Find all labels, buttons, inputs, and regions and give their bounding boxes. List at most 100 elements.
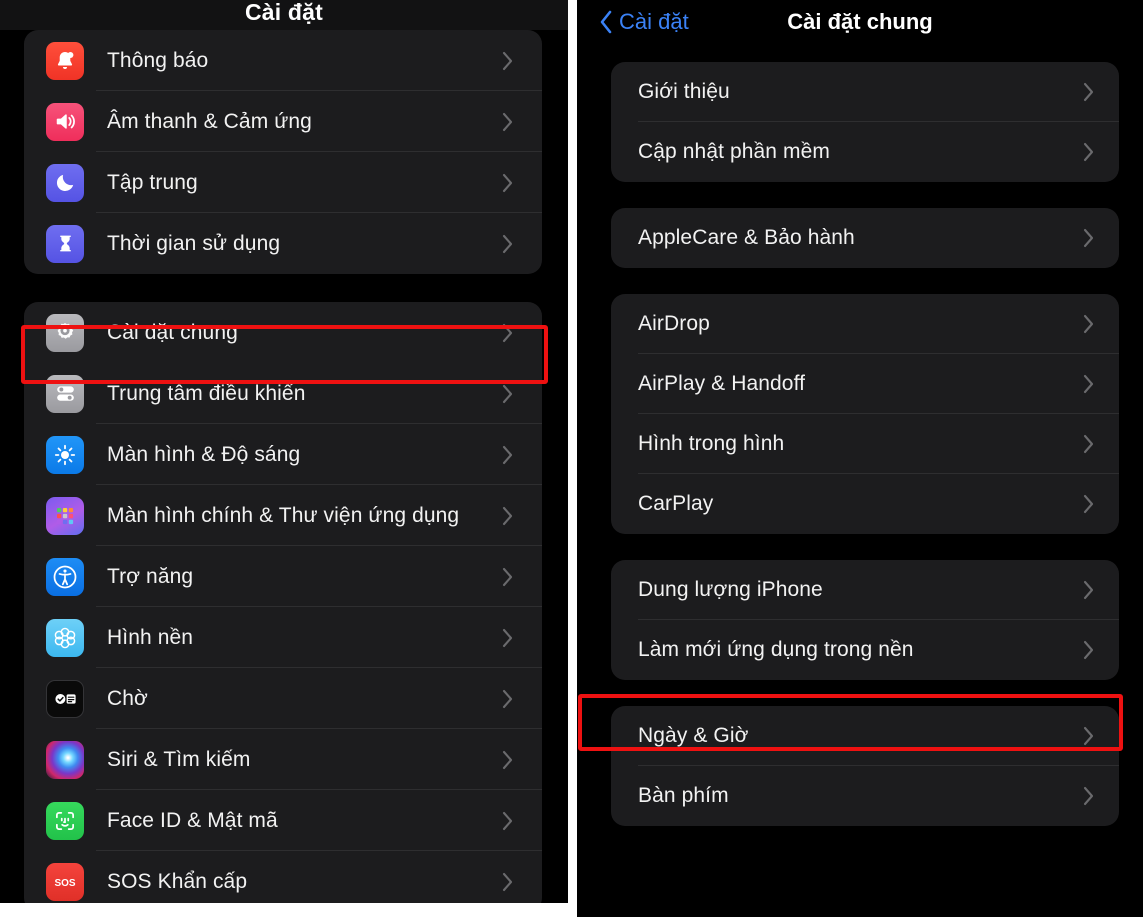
general-group-4: Dung lượng iPhone Làm mới ứng dụng trong…: [611, 560, 1119, 680]
settings-row-label: Trợ năng: [107, 564, 194, 588]
settings-row-screen-time[interactable]: Thời gian sử dụng: [24, 213, 542, 274]
general-row-label: AppleCare & Bảo hành: [638, 226, 855, 249]
settings-row-label: Màn hình chính & Thư viện ứng dụng: [107, 503, 460, 527]
chevron-right-icon: [1083, 314, 1094, 334]
chevron-right-icon: [502, 506, 513, 525]
home-screen-icon: [46, 496, 84, 535]
settings-row-label: Tập trung: [107, 170, 198, 194]
settings-row-label: Thông báo: [107, 48, 209, 72]
general-row-label: Hình trong hình: [638, 432, 785, 455]
chevron-right-icon: [502, 872, 513, 891]
page-title: Cài đặt: [244, 0, 324, 25]
chevron-right-icon: [502, 173, 513, 192]
emergency-sos-icon: SOS: [46, 862, 84, 901]
top-spacer: [577, 44, 1143, 62]
chevron-right-icon: [502, 323, 513, 342]
general-row-picture-in-picture[interactable]: Hình trong hình: [611, 414, 1119, 474]
settings-row-label: Âm thanh & Cảm ứng: [107, 109, 312, 133]
general-row-about[interactable]: Giới thiệu: [611, 62, 1119, 122]
back-button[interactable]: Cài đặt: [599, 10, 689, 34]
general-row-label: Bàn phím: [638, 784, 729, 807]
settings-row-notifications[interactable]: Thông báo: [24, 30, 542, 91]
dual-screenshot-container: Cài đặt Thông báo Âm thanh & Cảm ứng Tập…: [0, 0, 1143, 917]
settings-row-label: Siri & Tìm kiếm: [107, 747, 251, 771]
settings-row-control-center[interactable]: Trung tâm điều khiển: [24, 363, 542, 424]
chevron-right-icon: [502, 689, 513, 708]
settings-row-label: SOS Khẩn cấp: [107, 869, 248, 893]
chevron-right-icon: [1083, 786, 1094, 806]
general-row-airdrop[interactable]: AirDrop: [611, 294, 1119, 354]
left-navigation-bar: Cài đặt: [0, 0, 568, 30]
general-row-airplay-handoff[interactable]: AirPlay & Handoff: [611, 354, 1119, 414]
settings-row-home-screen[interactable]: Màn hình chính & Thư viện ứng dụng: [24, 485, 542, 546]
settings-row-standby[interactable]: Chờ: [24, 668, 542, 729]
right-navigation-bar: Cài đặt Cài đặt chung: [577, 0, 1143, 44]
display-brightness-icon: [46, 435, 84, 474]
wallpaper-icon: [46, 618, 84, 657]
left-settings-list: Thông báo Âm thanh & Cảm ứng Tập trung T…: [0, 30, 568, 912]
general-row-software-update[interactable]: Cập nhật phần mềm: [611, 122, 1119, 182]
settings-row-siri-search[interactable]: Siri & Tìm kiếm: [24, 729, 542, 790]
siri-icon: [46, 740, 84, 779]
general-row-label: CarPlay: [638, 492, 714, 515]
chevron-right-icon: [1083, 434, 1094, 454]
screen-divider: [568, 0, 577, 917]
settings-root-screen: Cài đặt Thông báo Âm thanh & Cảm ứng Tập…: [0, 0, 568, 917]
settings-row-general[interactable]: Cài đặt chung: [24, 302, 542, 363]
settings-row-label: Thời gian sử dụng: [107, 231, 281, 255]
general-gear-icon: [46, 313, 84, 352]
chevron-right-icon: [1083, 580, 1094, 600]
general-row-iphone-storage[interactable]: Dung lượng iPhone: [611, 560, 1119, 620]
screenshot-bottom-crop: [0, 903, 568, 917]
svg-text:SOS: SOS: [54, 878, 75, 889]
settings-row-label: Trung tâm điều khiển: [107, 381, 306, 405]
control-center-icon: [46, 374, 84, 413]
chevron-right-icon: [502, 567, 513, 586]
chevron-right-icon: [502, 234, 513, 253]
accessibility-icon: [46, 557, 84, 596]
settings-row-focus[interactable]: Tập trung: [24, 152, 542, 213]
general-row-keyboard[interactable]: Bàn phím: [611, 766, 1119, 826]
settings-row-accessibility[interactable]: Trợ năng: [24, 546, 542, 607]
chevron-right-icon: [502, 750, 513, 769]
general-row-applecare[interactable]: AppleCare & Bảo hành: [611, 208, 1119, 268]
settings-row-wallpaper[interactable]: Hình nền: [24, 607, 542, 668]
general-group-1: Giới thiệu Cập nhật phần mềm: [611, 62, 1119, 182]
chevron-right-icon: [1083, 228, 1094, 248]
settings-group-2: Cài đặt chung Trung tâm điều khiển Màn h…: [24, 302, 542, 912]
face-id-icon: [46, 801, 84, 840]
chevron-right-icon: [502, 112, 513, 131]
chevron-right-icon: [1083, 494, 1094, 514]
settings-row-label: Chờ: [107, 686, 148, 710]
general-row-carplay[interactable]: CarPlay: [611, 474, 1119, 534]
general-settings-screen: Cài đặt Cài đặt chung Giới thiệu Cập nhậ…: [577, 0, 1143, 917]
back-button-label: Cài đặt: [619, 9, 689, 34]
general-row-label: Cập nhật phần mềm: [638, 140, 830, 163]
focus-icon: [46, 163, 84, 202]
chevron-right-icon: [502, 445, 513, 464]
chevron-right-icon: [1083, 374, 1094, 394]
settings-row-sound-haptics[interactable]: Âm thanh & Cảm ứng: [24, 91, 542, 152]
standby-icon: [46, 679, 84, 718]
chevron-right-icon: [502, 811, 513, 830]
settings-group-1: Thông báo Âm thanh & Cảm ứng Tập trung T…: [24, 30, 542, 274]
chevron-right-icon: [1083, 82, 1094, 102]
general-row-label: Giới thiệu: [638, 80, 730, 103]
general-group-2: AppleCare & Bảo hành: [611, 208, 1119, 268]
settings-row-label: Cài đặt chung: [107, 320, 238, 344]
settings-row-display-brightness[interactable]: Màn hình & Độ sáng: [24, 424, 542, 485]
chevron-right-icon: [502, 384, 513, 403]
general-row-date-time[interactable]: Ngày & Giờ: [611, 706, 1119, 766]
settings-row-label: Face ID & Mật mã: [107, 808, 278, 832]
general-row-background-app-refresh[interactable]: Làm mới ứng dụng trong nền: [611, 620, 1119, 680]
chevron-right-icon: [1083, 640, 1094, 660]
chevron-right-icon: [1083, 142, 1094, 162]
screen-time-icon: [46, 224, 84, 263]
notifications-icon: [46, 41, 84, 80]
settings-row-face-id[interactable]: Face ID & Mật mã: [24, 790, 542, 851]
chevron-right-icon: [502, 628, 513, 647]
